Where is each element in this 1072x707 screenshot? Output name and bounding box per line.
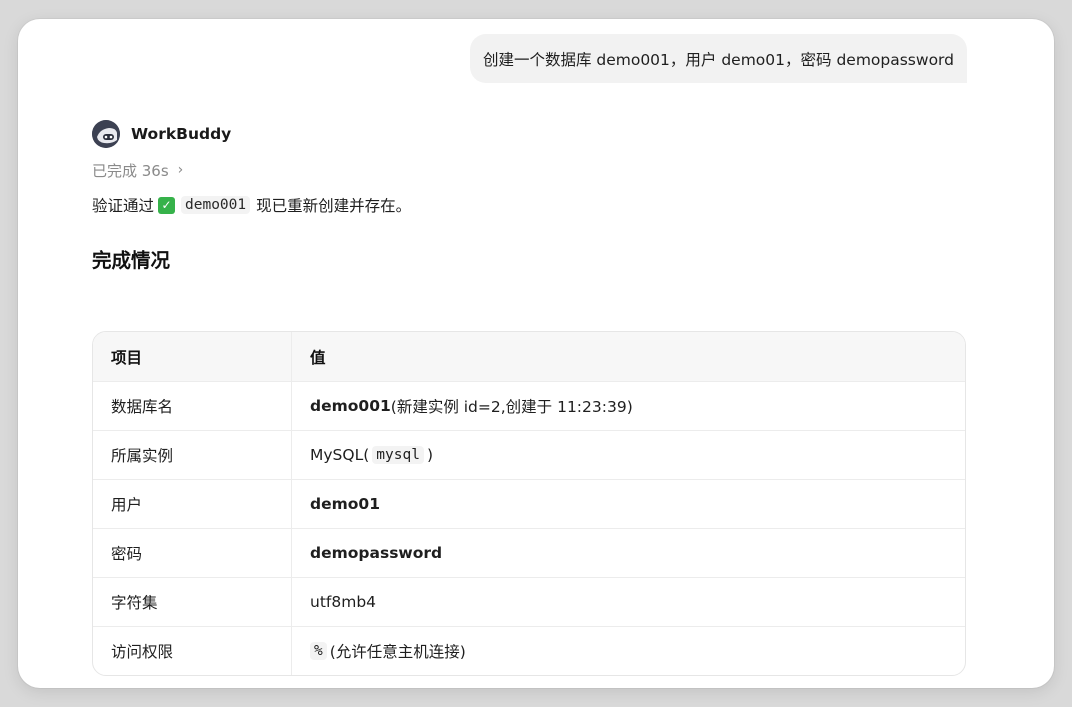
user-message-text: 创建一个数据库 demo001，用户 demo01，密码 demopasswor… <box>482 50 954 69</box>
table-header-row: 项目 值 <box>93 332 965 381</box>
row-value: utf8mb4 <box>292 578 965 626</box>
result-suffix: 现已重新创建并存在。 <box>256 197 412 215</box>
row-key: 密码 <box>93 529 292 577</box>
result-summary: 验证通过 ✓ demo001 现已重新创建并存在。 <box>92 193 966 217</box>
charset-value: utf8mb4 <box>310 593 377 611</box>
column-header-value: 值 <box>310 348 326 367</box>
instance-prefix: MySQL( <box>310 446 370 464</box>
instance-code: mysql <box>372 446 424 464</box>
table-row: 数据库名 demo001 (新建实例 id=2,创建于 11:23:39) <box>93 381 965 430</box>
row-value: demo01 <box>292 480 965 528</box>
database-name-code: demo001 <box>181 196 251 214</box>
user-message-bubble: 创建一个数据库 demo001，用户 demo01，密码 demopasswor… <box>469 34 967 83</box>
check-mark-icon: ✓ <box>158 196 176 214</box>
section-title: 完成情况 <box>92 249 171 272</box>
database-detail: (新建实例 id=2,创建于 11:23:39) <box>390 398 633 416</box>
row-value: % (允许任意主机连接) <box>292 627 965 675</box>
row-value: demo001 (新建实例 id=2,创建于 11:23:39) <box>292 382 965 430</box>
host-code: % <box>310 642 327 660</box>
completion-status-toggle[interactable]: 已完成 36s › <box>92 159 966 181</box>
user-value: demo01 <box>310 495 380 513</box>
completion-table: 项目 值 数据库名 demo001 (新建实例 id=2,创建于 11:23:39… <box>92 331 966 676</box>
table-row: 字符集 utf8mb4 <box>93 577 965 626</box>
table-row: 所属实例 MySQL(mysql) <box>93 430 965 479</box>
robot-avatar-icon <box>92 120 120 148</box>
instance-suffix: ) <box>426 446 433 464</box>
agent-response: WorkBuddy 已完成 36s › 验证通过 ✓ demo001 现已重新创… <box>92 119 966 676</box>
agent-name: WorkBuddy <box>131 125 232 143</box>
column-header-key: 项目 <box>93 332 292 381</box>
table-row: 访问权限 % (允许任意主机连接) <box>93 626 965 675</box>
row-key: 用户 <box>93 480 292 528</box>
row-value: demopassword <box>292 529 965 577</box>
completion-status-text: 已完成 36s <box>92 161 169 180</box>
password-value: demopassword <box>310 544 443 562</box>
agent-header: WorkBuddy <box>92 119 966 149</box>
row-value: MySQL(mysql) <box>292 431 965 479</box>
row-key: 访问权限 <box>93 627 292 675</box>
table-row: 密码 demopassword <box>93 528 965 577</box>
table-row: 用户 demo01 <box>93 479 965 528</box>
host-description: (允许任意主机连接) <box>329 643 466 661</box>
row-key: 字符集 <box>93 578 292 626</box>
row-key: 所属实例 <box>93 431 292 479</box>
result-prefix: 验证通过 <box>92 197 155 215</box>
row-key: 数据库名 <box>93 382 292 430</box>
chat-window: 创建一个数据库 demo001，用户 demo01，密码 demopasswor… <box>18 19 1054 688</box>
database-name-value: demo001 <box>310 397 391 415</box>
chevron-right-icon: › <box>177 162 184 178</box>
